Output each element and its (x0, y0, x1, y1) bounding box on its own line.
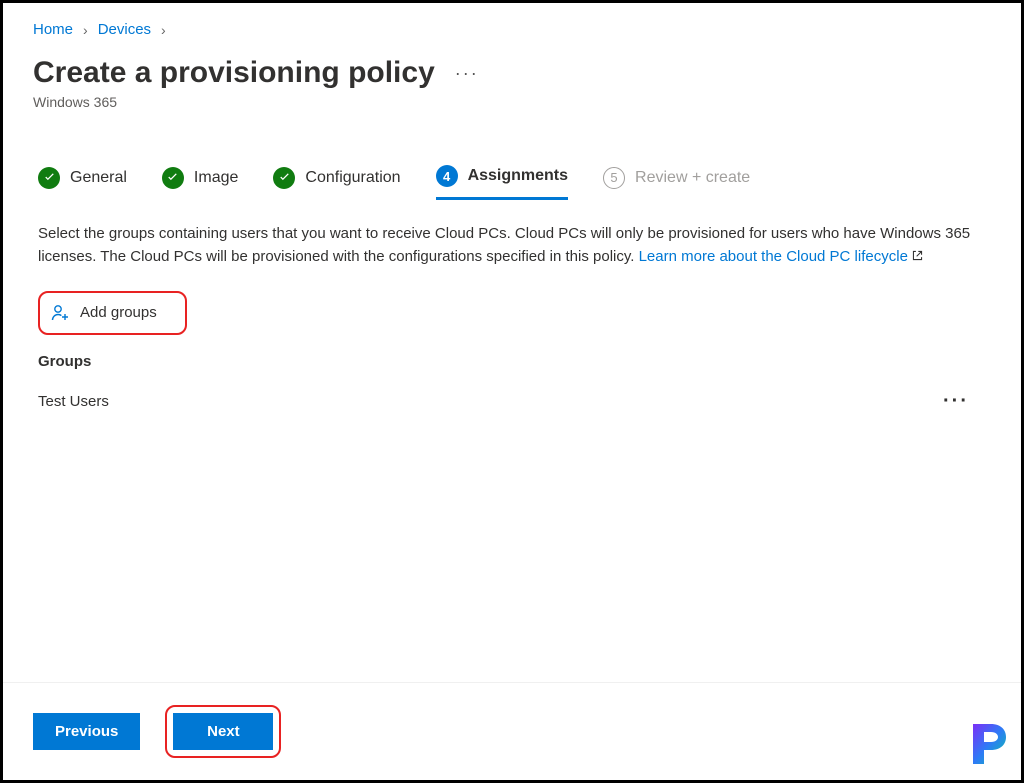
next-button-highlight: Next (165, 705, 281, 758)
chevron-right-icon: › (83, 22, 88, 38)
page-title: Create a provisioning policy (33, 56, 435, 90)
tab-configuration-label: Configuration (305, 169, 400, 187)
page-subtitle: Windows 365 (33, 94, 991, 110)
next-button[interactable]: Next (173, 713, 273, 750)
tab-image[interactable]: Image (162, 167, 238, 199)
tab-general[interactable]: General (38, 167, 127, 199)
tab-review: 5 Review + create (603, 167, 750, 199)
breadcrumb: Home › Devices › (33, 21, 991, 38)
learn-more-link[interactable]: Learn more about the Cloud PC lifecycle (639, 248, 924, 265)
main-content: Select the groups containing users that … (33, 200, 991, 413)
step-number-active-icon: 4 (436, 165, 458, 187)
external-link-icon (911, 249, 924, 262)
breadcrumb-home[interactable]: Home (33, 21, 73, 38)
groups-section-header: Groups (38, 353, 981, 370)
chevron-right-icon: › (161, 22, 166, 38)
tab-general-label: General (70, 169, 127, 187)
add-groups-label: Add groups (80, 304, 157, 321)
step-number-inactive-icon: 5 (603, 167, 625, 189)
group-list-item: Test Users ··· (38, 370, 981, 413)
add-groups-button[interactable]: Add groups (38, 291, 187, 335)
group-name: Test Users (38, 393, 109, 410)
wizard-tabs: General Image Configuration 4 Assignment… (33, 165, 991, 200)
assignments-description: Select the groups containing users that … (38, 222, 981, 269)
tab-configuration[interactable]: Configuration (273, 167, 400, 199)
check-icon (273, 167, 295, 189)
title-more-button[interactable]: ··· (455, 63, 479, 84)
brand-logo-icon (967, 720, 1009, 768)
tab-assignments[interactable]: 4 Assignments (436, 165, 568, 200)
check-icon (38, 167, 60, 189)
previous-button[interactable]: Previous (33, 713, 140, 750)
breadcrumb-devices[interactable]: Devices (98, 21, 151, 38)
wizard-footer: Previous Next (3, 682, 1021, 780)
person-add-icon (50, 303, 70, 323)
tab-review-label: Review + create (635, 169, 750, 187)
tab-image-label: Image (194, 169, 238, 187)
tab-assignments-label: Assignments (468, 167, 568, 185)
group-row-actions-button[interactable]: ··· (943, 390, 969, 413)
check-icon (162, 167, 184, 189)
